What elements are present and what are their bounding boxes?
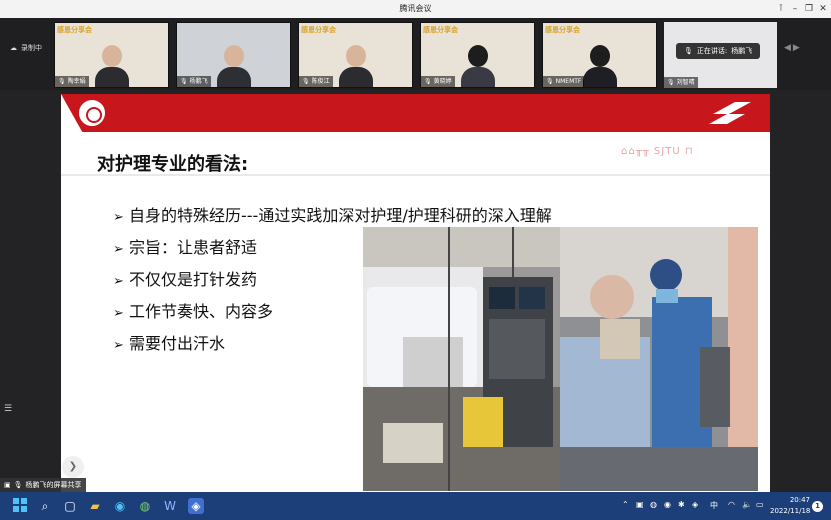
tencent-meeting-icon[interactable]: ◈ [188, 498, 204, 514]
word-icon[interactable]: W [162, 498, 178, 514]
mic-icon: 🎙 [667, 79, 675, 86]
skyline-graphic: ⌂⌂╥╥ SJTU ⊓ [621, 146, 694, 157]
windows-start-icon[interactable] [12, 498, 28, 514]
participant-name: 刘智晴 [676, 79, 695, 86]
arrow-bullet-icon: ➢ [113, 306, 124, 321]
speaker-icon: 🎙 [684, 47, 693, 55]
input-method-indicator[interactable]: 中 [710, 500, 718, 511]
bullet-text: 不仅仅是打针发药 [129, 270, 258, 289]
participant-name: NMEMTF [555, 78, 582, 85]
participant-video [95, 45, 129, 87]
bullet-item: ➢ 不仅仅是打针发药 [113, 266, 257, 290]
slide-title: 对护理专业的看法: [97, 154, 249, 175]
sjtu-mark-icon [709, 102, 751, 124]
arrow-bullet-icon: ➢ [113, 242, 124, 257]
tile-banner: 感恩分享会 [423, 26, 458, 34]
bullet-text: 宗旨：让患者舒适 [129, 238, 258, 257]
bullet-item: ➢ 宗旨：让患者舒适 [113, 234, 257, 258]
participant-name: 陈俊江 [311, 78, 330, 85]
share-label-text: 杨鹏飞的屏幕共享 [25, 481, 82, 489]
mic-icon: 🎙 [546, 78, 554, 85]
tile-banner: 感恩分享会 [301, 26, 336, 34]
chevron-right-icon[interactable]: ❯ [62, 456, 84, 478]
recording-indicator[interactable]: ☁ 录制中 [10, 43, 42, 53]
participant-name: 杨鹏飞 [189, 78, 208, 85]
close-button[interactable]: ✕ [816, 2, 830, 16]
mic-icon: 🎙 [302, 78, 310, 85]
participant-video [583, 45, 617, 87]
task-view-icon[interactable]: ▢ [62, 498, 78, 514]
tile-banner: 感恩分享会 [57, 26, 92, 34]
screen-share-label: ▣ 🎙 杨鹏飞的屏幕共享 [0, 478, 86, 492]
tray-app-icon[interactable]: ◍ [650, 500, 657, 509]
bullet-text: 自身的特殊经历---通过实践加深对护理/护理科研的深入理解 [129, 206, 552, 225]
speaking-indicator: 🎙 正在讲话: 杨鹏飞 [676, 43, 761, 59]
participant-video [217, 45, 251, 87]
bullet-text: 需要付出汗水 [129, 334, 226, 353]
clock-date: 2022/11/18 [770, 507, 811, 515]
tray-app-icon[interactable]: ◉ [664, 500, 671, 509]
tray-app-icon[interactable]: ▣ [636, 500, 644, 509]
icu-equipment-photo [363, 227, 560, 491]
mic-icon: 🎙 [58, 78, 66, 85]
mic-icon: 🎙 [424, 78, 432, 85]
bullet-text: 工作节奏快、内容多 [129, 302, 274, 321]
bullet-item: ➢ 自身的特殊经历---通过实践加深对护理/护理科研的深入理解 [113, 202, 552, 226]
taskbar: ⌕ ▢ ▰ ◉ ◍ W ◈ ⌃ ▣ ◍ ◉ ✱ ◈ 中 ◠ 🔈 ▭ 20:47 … [0, 492, 831, 520]
volume-icon[interactable]: 🔈 [742, 500, 752, 509]
clock-time: 20:47 [789, 496, 810, 504]
arrow-bullet-icon: ➢ [113, 338, 124, 353]
participant-tile[interactable]: 感恩分享会 🎙 NMEMTF [542, 22, 657, 88]
participant-tile[interactable]: 感恩分享会 🎙 黄晓婷 [420, 22, 535, 88]
participant-tile[interactable]: 感恩分享会 🎙 陈俊江 [298, 22, 413, 88]
participant-video [339, 45, 373, 87]
participant-video [461, 45, 495, 87]
restore-button[interactable]: ❐ [802, 2, 816, 16]
title-divider [61, 174, 770, 176]
participant-tile[interactable]: 感恩分享会 🎙 陶幸娟 [54, 22, 169, 88]
cloud-icon: ☁ [10, 44, 17, 52]
list-toggle-icon[interactable]: ☰ [4, 404, 20, 418]
participant-gallery: ☁ 录制中 感恩分享会 🎙 陶幸娟 🎙 杨鹏飞 感恩分享会 🎙 陈俊江 感恩分享会 🎙… [0, 18, 831, 90]
wifi-icon[interactable]: ◠ [728, 500, 735, 509]
bluetooth-icon[interactable]: ✱ [678, 500, 685, 509]
gallery-arrows[interactable]: ◀▶ [784, 43, 802, 53]
screen-share-icon: ▣ [4, 481, 11, 489]
university-logo [77, 98, 107, 128]
patient-care-photo [560, 227, 758, 491]
bullet-item: ➢ 需要付出汗水 [113, 330, 225, 354]
participant-name: 陶幸娟 [67, 78, 86, 85]
minimize-button[interactable]: – [788, 2, 802, 16]
presentation-slide: 对护理专业的看法: ⌂⌂╥╥ SJTU ⊓ ➢ 自身的特殊经历---通过实践加深对… [61, 94, 770, 492]
arrow-bullet-icon: ➢ [113, 274, 124, 289]
system-clock[interactable]: 20:47 2022/11/18 [770, 495, 810, 517]
speaking-name: 杨鹏飞 [731, 47, 753, 55]
edge-browser-icon[interactable]: ◉ [112, 498, 128, 514]
slide-header-band [61, 94, 770, 132]
speaking-label: 正在讲话: [696, 47, 728, 55]
skyline-text: SJTU [653, 146, 681, 157]
arrow-bullet-icon: ➢ [113, 210, 124, 225]
search-icon[interactable]: ⌕ [37, 498, 53, 514]
window-title: 腾讯会议 [399, 4, 432, 13]
tile-banner: 感恩分享会 [545, 26, 580, 34]
bullet-item: ➢ 工作节奏快、内容多 [113, 298, 273, 322]
file-explorer-icon[interactable]: ▰ [87, 498, 103, 514]
recording-label: 录制中 [21, 44, 42, 52]
notification-badge[interactable]: 1 [812, 501, 823, 512]
mic-icon: 🎙 [13, 481, 23, 489]
participant-name: 黄晓婷 [433, 78, 452, 85]
participant-tile[interactable]: 🎙 杨鹏飞 [176, 22, 291, 88]
battery-icon[interactable]: ▭ [756, 500, 764, 509]
chevron-up-icon[interactable]: ⌃ [622, 500, 629, 509]
tray-app-icon[interactable]: ◈ [692, 500, 698, 509]
mic-icon: 🎙 [180, 78, 188, 85]
title-bar: 腾讯会议 ⊺ – ❐ ✕ [0, 0, 831, 18]
pin-icon[interactable]: ⊺ [774, 2, 788, 16]
wechat-icon[interactable]: ◍ [137, 498, 153, 514]
